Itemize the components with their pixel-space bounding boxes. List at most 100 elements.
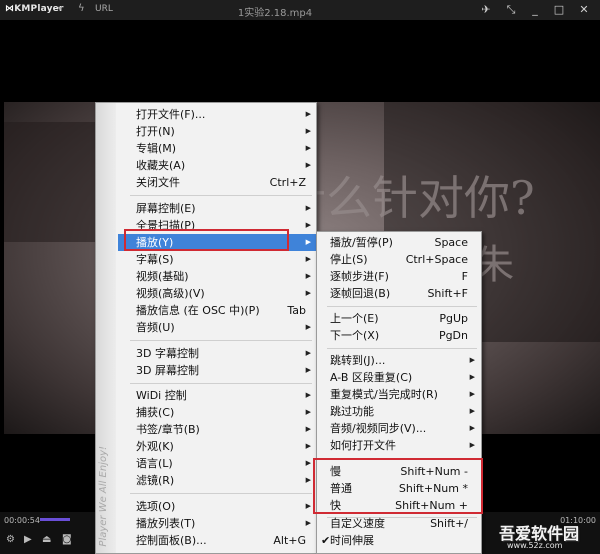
shortcut-label: Tab (287, 304, 306, 317)
shortcut-label: F (461, 270, 468, 283)
menu-item-filter[interactable]: 滤镜(R) ▶ (118, 472, 316, 489)
menu-item-3d-screen[interactable]: 3D 屏幕控制 ▶ (118, 362, 316, 379)
watermark-domain: www.52z.com (507, 541, 563, 550)
submenu-item-time-stretch[interactable]: ✔ 时间伸展 (318, 532, 481, 549)
menu-separator (327, 348, 477, 349)
title-bar: ⋈KMPlayer ▾ ϟ URL 1实验2.18.mp4 ✈ ⤡ _ □ ✕ (0, 0, 600, 20)
chevron-right-icon: ▶ (469, 373, 475, 381)
menu-item-control-panel[interactable]: 控制面板(B)... Alt+G (118, 532, 316, 549)
menu-item-favorites[interactable]: 收藏夹(A) ▶ (118, 157, 316, 174)
menu-item-album[interactable]: 专辑(M) ▶ (118, 140, 316, 157)
menu-item-capture[interactable]: 捕获(C) ▶ (118, 404, 316, 421)
chevron-right-icon: ▶ (305, 289, 311, 297)
chevron-right-icon: ▶ (305, 502, 311, 510)
chevron-right-icon: ▶ (305, 425, 311, 433)
submenu-item-av-sync[interactable]: 音频/视频同步(V)... ▶ (318, 420, 481, 437)
menu-item-screen-control[interactable]: 屏幕控制(E) ▶ (118, 200, 316, 217)
menu-separator (130, 383, 312, 384)
menu-item-widi[interactable]: WiDi 控制 ▶ (118, 387, 316, 404)
chevron-down-icon[interactable]: ▾ (58, 4, 62, 13)
menu-item-subtitle[interactable]: 字幕(S) ▶ (118, 251, 316, 268)
menu-item-video-advanced[interactable]: 视频(高级)(V) ▶ (118, 285, 316, 302)
submenu-item-ab-repeat[interactable]: A-B 区段重复(C) ▶ (318, 369, 481, 386)
chevron-right-icon: ▶ (305, 349, 311, 357)
menu-item-language[interactable]: 语言(L) ▶ (118, 455, 316, 472)
lightning-icon[interactable]: ϟ (78, 3, 85, 14)
chevron-right-icon: ▶ (305, 238, 311, 246)
submenu-item-custom-speed[interactable]: 自定义速度 Shift+/ (318, 515, 481, 532)
submenu-item-play-pause[interactable]: 播放/暂停(P) Space (318, 234, 481, 251)
chevron-right-icon: ▶ (469, 407, 475, 415)
shortcut-label: Ctrl+Space (405, 253, 468, 266)
menu-item-skin[interactable]: 外观(K) ▶ (118, 438, 316, 455)
window-title: 1实验2.18.mp4 (237, 8, 313, 19)
vr-icon[interactable]: ◙ (62, 534, 72, 545)
highlight-box-speed (313, 458, 483, 514)
menu-item-close-file[interactable]: 关闭文件 Ctrl+Z (118, 174, 316, 191)
app-logo[interactable]: ⋈KMPlayer (5, 4, 64, 14)
chevron-right-icon: ▶ (469, 390, 475, 398)
menu-item-play-info[interactable]: 播放信息 (在 OSC 中)(P) Tab (118, 302, 316, 319)
menu-separator (130, 195, 312, 196)
chevron-right-icon: ▶ (305, 204, 311, 212)
shortcut-label: Shift+/ (430, 517, 468, 530)
menu-item-open[interactable]: 打开(N) ▶ (118, 123, 316, 140)
submenu-item-frame-step[interactable]: 逐帧步进(F) F (318, 268, 481, 285)
submenu-item-frame-back[interactable]: 逐帧回退(B) Shift+F (318, 285, 481, 302)
checkmark-icon: ✔ (321, 534, 331, 547)
context-menu: Player We All Enjoy! 打开文件(F)... ▶ 打开(N) ▶ … (95, 102, 317, 554)
chevron-right-icon: ▶ (305, 161, 311, 169)
menu-item-audio[interactable]: 音频(U) ▶ (118, 319, 316, 336)
chevron-right-icon: ▶ (305, 127, 311, 135)
chevron-right-icon: ▶ (305, 221, 311, 229)
pin-icon[interactable]: ✈ (478, 2, 494, 18)
menu-item-open-file[interactable]: 打开文件(F)... ▶ (118, 106, 316, 123)
chevron-right-icon: ▶ (469, 356, 475, 364)
minimize-icon[interactable]: _ (527, 2, 543, 18)
chevron-right-icon: ▶ (305, 476, 311, 484)
submenu-item-repeat-mode[interactable]: 重复模式/当完成时(R) ▶ (318, 386, 481, 403)
shortcut-label: Shift+F (427, 287, 468, 300)
menu-item-video-basic[interactable]: 视频(基础) ▶ (118, 268, 316, 285)
seek-bar[interactable] (40, 518, 70, 521)
close-icon[interactable]: ✕ (576, 2, 592, 18)
shortcut-label: Alt+G (273, 534, 306, 547)
chevron-right-icon: ▶ (305, 442, 311, 450)
maximize-icon[interactable]: □ (551, 2, 567, 18)
chevron-right-icon: ▶ (305, 519, 311, 527)
chevron-right-icon: ▶ (305, 255, 311, 263)
menu-item-bookmarks[interactable]: 书签/章节(B) ▶ (118, 421, 316, 438)
watermark: 吾爱软件园 www.52z.com (495, 520, 600, 554)
submenu-item-skip[interactable]: 跳过功能 ▶ (318, 403, 481, 420)
chevron-right-icon: ▶ (469, 424, 475, 432)
chevron-right-icon: ▶ (469, 441, 475, 449)
menu-separator (130, 340, 312, 341)
chevron-right-icon: ▶ (305, 408, 311, 416)
chevron-right-icon: ▶ (305, 144, 311, 152)
elapsed-time: 00:00:54 (4, 516, 40, 525)
menu-item-options[interactable]: 选项(O) ▶ (118, 498, 316, 515)
eject-icon[interactable]: ⏏ (42, 534, 51, 545)
chevron-right-icon: ▶ (305, 391, 311, 399)
restore-icon[interactable]: ⤡ (503, 2, 519, 18)
menu-side-strip: Player We All Enjoy! (96, 103, 116, 553)
submenu-item-previous[interactable]: 上一个(E) PgUp (318, 310, 481, 327)
chevron-right-icon: ▶ (305, 110, 311, 118)
shortcut-label: Ctrl+Z (269, 176, 306, 189)
highlight-box-play (124, 229, 289, 251)
url-button[interactable]: URL (95, 4, 113, 14)
shortcut-label: PgUp (439, 312, 468, 325)
settings-icon[interactable]: ⚙ (6, 534, 15, 545)
menu-item-playlist[interactable]: 播放列表(T) ▶ (118, 515, 316, 532)
chevron-right-icon: ▶ (305, 459, 311, 467)
shortcut-label: PgDn (438, 329, 468, 342)
submenu-item-next[interactable]: 下一个(X) PgDn (318, 327, 481, 344)
submenu-item-how-to-open[interactable]: 如何打开文件 ▶ (318, 437, 481, 454)
play-icon[interactable]: ▶ (24, 534, 32, 545)
menu-strip-slogan: Player We All Enjoy! (98, 446, 109, 547)
chevron-right-icon: ▶ (305, 323, 311, 331)
menu-item-3d-subtitle[interactable]: 3D 字幕控制 ▶ (118, 345, 316, 362)
submenu-item-jump-to[interactable]: 跳转到(J)... ▶ (318, 352, 481, 369)
menu-separator (327, 306, 477, 307)
submenu-item-stop[interactable]: 停止(S) Ctrl+Space (318, 251, 481, 268)
